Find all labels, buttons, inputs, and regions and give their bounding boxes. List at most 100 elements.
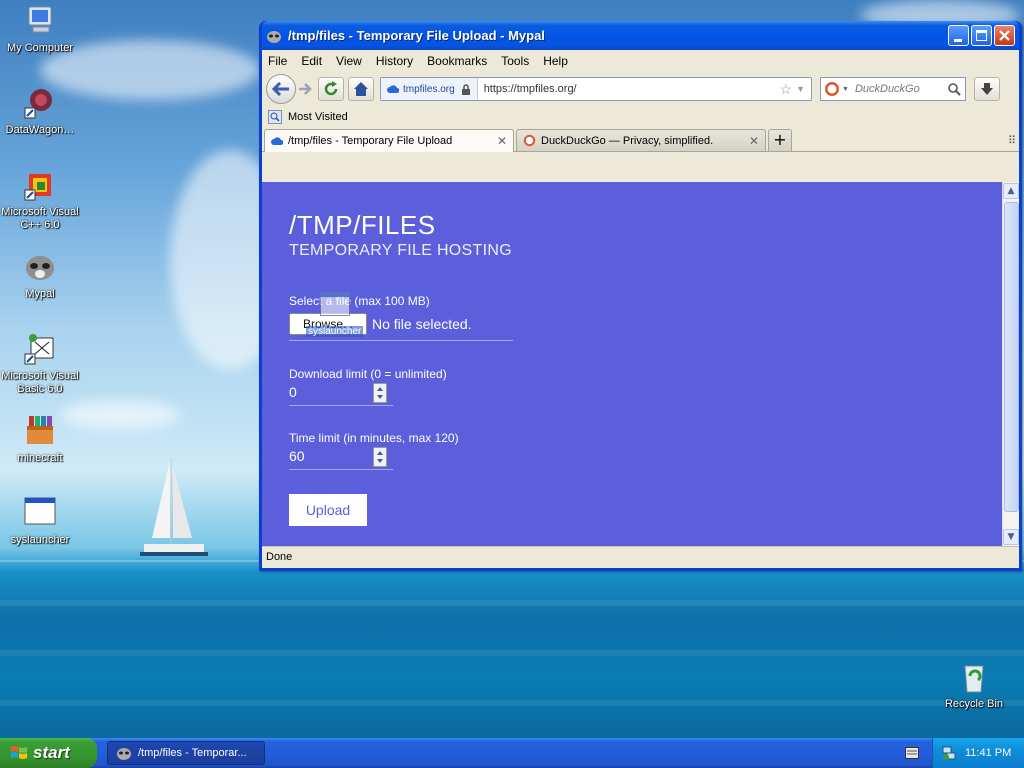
visual-cpp-icon bbox=[23, 168, 57, 202]
mypal-icon bbox=[117, 748, 131, 760]
duckduckgo-icon bbox=[523, 134, 536, 147]
desktop-icon-my-computer[interactable]: My Computer bbox=[0, 4, 80, 55]
title-bar[interactable]: /tmp/files - Temporary File Upload - Myp… bbox=[262, 21, 1019, 50]
download-limit-underline bbox=[289, 405, 393, 406]
scroll-down-button[interactable]: ▼ bbox=[1003, 529, 1019, 545]
download-limit-label: Download limit (0 = unlimited) bbox=[289, 367, 447, 381]
desktop-icon-visual-cpp[interactable]: Microsoft Visual C++ 6.0 bbox=[0, 168, 80, 232]
most-visited-icon bbox=[268, 110, 282, 124]
network-icon[interactable] bbox=[941, 745, 957, 761]
no-file-text: No file selected. bbox=[372, 316, 472, 332]
menu-file[interactable]: File bbox=[268, 54, 287, 68]
menu-tools[interactable]: Tools bbox=[501, 54, 529, 68]
navigation-toolbar: tmpfiles.org https://tmpfiles.org/ ☆ ▼ ▼… bbox=[262, 72, 1019, 106]
desktop-icon-visual-basic[interactable]: Microsoft Visual Basic 6.0 bbox=[0, 332, 80, 396]
start-button[interactable]: start bbox=[0, 738, 97, 768]
menu-edit[interactable]: Edit bbox=[301, 54, 322, 68]
url-dropdown-icon[interactable]: ▼ bbox=[796, 84, 805, 94]
new-tab-button[interactable]: + bbox=[768, 129, 792, 151]
search-placeholder[interactable]: DuckDuckGo bbox=[855, 83, 948, 95]
page-subtitle: TEMPORARY FILE HOSTING bbox=[289, 242, 512, 259]
desktop-icon-label: Microsoft Visual C++ 6.0 bbox=[1, 206, 79, 231]
system-tray: 11:41 PM bbox=[932, 738, 1024, 768]
window-app-icon bbox=[23, 496, 57, 530]
menu-view[interactable]: View bbox=[336, 54, 362, 68]
minimize-button[interactable] bbox=[948, 25, 969, 46]
desktop-icon-recycle-bin[interactable]: Recycle Bin bbox=[934, 660, 1014, 711]
desktop-icon-minecraft[interactable]: minecraft bbox=[0, 414, 80, 465]
close-button[interactable] bbox=[994, 25, 1015, 46]
drag-ghost: syslauncher bbox=[306, 292, 366, 338]
back-arrow-icon bbox=[272, 82, 289, 96]
time-limit-stepper[interactable] bbox=[373, 447, 387, 467]
lock-icon bbox=[461, 83, 470, 95]
taskbar-window-label: /tmp/files - Temporar... bbox=[138, 747, 247, 759]
menu-help[interactable]: Help bbox=[543, 54, 568, 68]
url-text[interactable]: https://tmpfiles.org/ bbox=[478, 83, 780, 95]
downloads-button[interactable] bbox=[974, 77, 1000, 101]
desktop-icon-syslauncher[interactable]: syslauncher bbox=[0, 496, 80, 547]
close-icon bbox=[999, 30, 1010, 41]
tab-label: /tmp/files - Temporary File Upload bbox=[288, 135, 453, 147]
back-button[interactable] bbox=[266, 74, 296, 104]
web-page: /TMP/FILES TEMPORARY FILE HOSTING Select… bbox=[262, 182, 1004, 546]
bookmark-star-icon[interactable]: ☆ bbox=[780, 81, 793, 98]
reload-button[interactable] bbox=[318, 77, 344, 101]
tab-list-icon[interactable]: ⠿ bbox=[1008, 134, 1016, 147]
menu-history[interactable]: History bbox=[376, 54, 413, 68]
site-identity[interactable]: tmpfiles.org bbox=[381, 78, 478, 100]
page-title: /TMP/FILES bbox=[289, 210, 436, 240]
cloud-upload-icon bbox=[387, 85, 399, 93]
minecraft-icon bbox=[23, 414, 57, 448]
search-bar[interactable]: ▼ DuckDuckGo bbox=[820, 77, 966, 101]
search-icon[interactable] bbox=[948, 82, 961, 96]
menu-bookmarks[interactable]: Bookmarks bbox=[427, 54, 487, 68]
time-limit-label: Time limit (in minutes, max 120) bbox=[289, 431, 459, 445]
taskbar-window-button[interactable]: /tmp/files - Temporar... bbox=[107, 741, 265, 765]
tab-close-icon[interactable]: ✕ bbox=[497, 134, 507, 148]
forward-button[interactable] bbox=[296, 83, 314, 95]
home-button[interactable] bbox=[348, 77, 374, 101]
status-text: Done bbox=[266, 551, 293, 563]
status-bar: Done bbox=[262, 546, 1019, 568]
cloud-upload-icon bbox=[271, 137, 283, 145]
menu-bar: File Edit View History Bookmarks Tools H… bbox=[262, 50, 1019, 72]
desktop-icon-label: My Computer bbox=[6, 42, 74, 54]
scroll-up-button[interactable]: ▲ bbox=[1003, 183, 1019, 199]
browser-window: /tmp/files - Temporary File Upload - Myp… bbox=[259, 21, 1022, 571]
datawagon-icon bbox=[23, 86, 57, 120]
desktop-icon-datawagon[interactable]: DataWagon… bbox=[0, 86, 80, 137]
scroll-thumb[interactable] bbox=[1004, 202, 1019, 512]
maximize-button[interactable] bbox=[971, 25, 992, 46]
reload-icon bbox=[324, 81, 338, 96]
duckduckgo-icon bbox=[825, 82, 839, 96]
keyboard-icon[interactable] bbox=[905, 747, 919, 759]
address-bar[interactable]: tmpfiles.org https://tmpfiles.org/ ☆ ▼ bbox=[380, 77, 812, 101]
vertical-scrollbar[interactable]: ▲ ▼ bbox=[1002, 182, 1019, 546]
desktop-icon-label: syslauncher bbox=[10, 534, 70, 546]
computer-icon bbox=[23, 4, 57, 38]
tab-duckduckgo[interactable]: DuckDuckGo — Privacy, simplified. ✕ bbox=[516, 129, 766, 151]
taskbar: start /tmp/files - Temporar... 11:41 PM bbox=[0, 738, 1024, 768]
download-limit-stepper[interactable] bbox=[373, 383, 387, 403]
search-engine-dropdown-icon[interactable]: ▼ bbox=[842, 86, 849, 93]
desktop-icon-label: Microsoft Visual Basic 6.0 bbox=[1, 370, 79, 395]
bookmarks-toolbar: Most Visited bbox=[262, 106, 1019, 128]
clock[interactable]: 11:41 PM bbox=[965, 747, 1011, 759]
file-input-underline bbox=[289, 340, 513, 341]
tab-tmpfiles[interactable]: /tmp/files - Temporary File Upload ✕ bbox=[264, 129, 514, 152]
tab-close-icon[interactable]: ✕ bbox=[749, 134, 759, 148]
desktop-icon-label: Mypal bbox=[25, 288, 55, 300]
tab-label: DuckDuckGo — Privacy, simplified. bbox=[541, 134, 714, 147]
most-visited-link[interactable]: Most Visited bbox=[288, 111, 348, 123]
visual-basic-icon bbox=[23, 332, 57, 366]
download-arrow-icon bbox=[981, 83, 993, 95]
site-identity-label: tmpfiles.org bbox=[403, 83, 455, 95]
upload-button[interactable]: Upload bbox=[289, 494, 367, 526]
sea-wave bbox=[0, 650, 1024, 656]
window-client: File Edit View History Bookmarks Tools H… bbox=[262, 50, 1019, 568]
desktop-icon-label: Recycle Bin bbox=[944, 698, 1004, 710]
sea-wave bbox=[0, 700, 1024, 706]
windows-logo-icon bbox=[11, 746, 27, 759]
desktop-icon-mypal[interactable]: Mypal bbox=[0, 250, 80, 301]
